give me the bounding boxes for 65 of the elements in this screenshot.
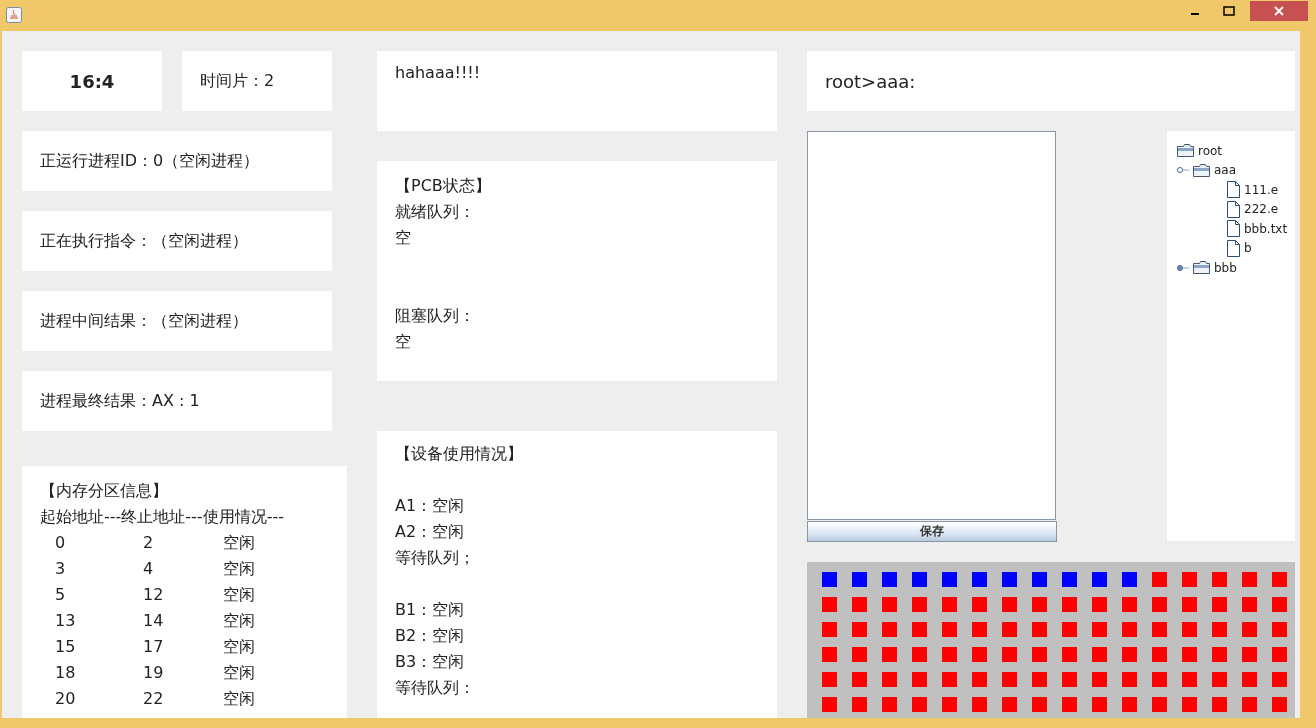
status-line: 阻塞队列： <box>395 305 476 327</box>
panel-heading: 【PCB状态】 <box>395 175 492 197</box>
status-line: A2 : 空闲 <box>395 521 465 543</box>
status-display: 正在执行指令：（空闲进程） <box>22 211 332 271</box>
status-line: 空 <box>395 331 412 353</box>
table-cell-text: 空闲 <box>223 688 256 710</box>
folder-icon <box>1177 144 1194 158</box>
table-cell-text: 14 <box>143 610 165 632</box>
status-line: 等待队列； <box>395 547 476 569</box>
status-line: 空 <box>395 227 412 249</box>
folder-icon <box>1193 163 1210 177</box>
table-cell-text: 4 <box>143 558 155 580</box>
table-cell-text: 12 <box>143 584 165 606</box>
expanded-handle-icon[interactable] <box>1177 166 1189 175</box>
table-cell-text: 19 <box>143 662 165 684</box>
tree-item-label[interactable]: 111.e <box>1244 182 1279 197</box>
maximize-icon[interactable] <box>1223 6 1235 16</box>
clock-display: 16:4 <box>22 51 162 111</box>
table-cell-text: 17 <box>143 636 165 658</box>
close-button[interactable] <box>1250 1 1308 21</box>
column-header: 起始地址---终止地址---使用情况--- <box>40 506 285 528</box>
status-line: B2 : 空闲 <box>395 625 465 647</box>
table-cell-text: 2 <box>143 532 155 554</box>
status-line: A1 : 空闲 <box>395 495 465 517</box>
table-cell-text: 5 <box>55 584 67 606</box>
status-display: 进程最终结果：AX : 1 <box>22 371 332 431</box>
file-icon <box>1227 200 1240 218</box>
panel-heading: 【内存分区信息】 <box>40 480 169 502</box>
app-icon <box>6 7 22 23</box>
status-line: 就绪队列： <box>395 201 476 223</box>
status-line: B1 : 空闲 <box>395 599 465 621</box>
status-display: 正运行进程ID：0（空闲进程） <box>22 131 332 191</box>
tree-item-label[interactable]: 222.e <box>1244 202 1279 217</box>
table-cell-text: 22 <box>143 688 165 710</box>
table-cell-text: 20 <box>55 688 77 710</box>
status-line: 等待队列： <box>395 677 476 699</box>
tree-item-label[interactable]: bbb <box>1214 260 1237 275</box>
save-button[interactable]: 保存 <box>807 521 1057 542</box>
path-display: root>aaa: <box>807 51 1295 111</box>
folder-icon <box>1193 261 1210 275</box>
status-display: 进程中间结果：（空闲进程） <box>22 291 332 351</box>
table-cell-text: 18 <box>55 662 77 684</box>
tree-item-label[interactable]: b <box>1244 241 1252 256</box>
tree-item-label[interactable]: aaa <box>1214 163 1237 178</box>
table-cell-text: 空闲 <box>223 662 256 684</box>
table-cell-text: 空闲 <box>223 610 256 632</box>
close-icon <box>1274 6 1284 16</box>
file-icon <box>1227 181 1240 199</box>
table-cell-text: 空闲 <box>223 636 256 658</box>
message-text: hahaaa!!!! <box>395 62 482 82</box>
table-cell-text: 13 <box>55 610 77 632</box>
panel-heading: 【设备使用情况】 <box>395 443 524 465</box>
tree-item-label[interactable]: root <box>1198 143 1223 158</box>
file-icon <box>1227 239 1240 257</box>
collapsed-handle-icon[interactable] <box>1177 263 1189 272</box>
table-cell-text: 空闲 <box>223 584 256 606</box>
time-slice-label: 时间片：2 <box>182 51 332 111</box>
status-line: B3 : 空闲 <box>395 651 465 673</box>
file-icon <box>1227 220 1240 238</box>
tree-item-label[interactable]: bbb.txt <box>1244 221 1288 236</box>
table-cell-text: 空闲 <box>223 532 256 554</box>
table-cell-text: 3 <box>55 558 67 580</box>
table-cell-text: 空闲 <box>223 558 256 580</box>
table-cell-text: 15 <box>55 636 77 658</box>
table-cell-text: 0 <box>55 532 67 554</box>
